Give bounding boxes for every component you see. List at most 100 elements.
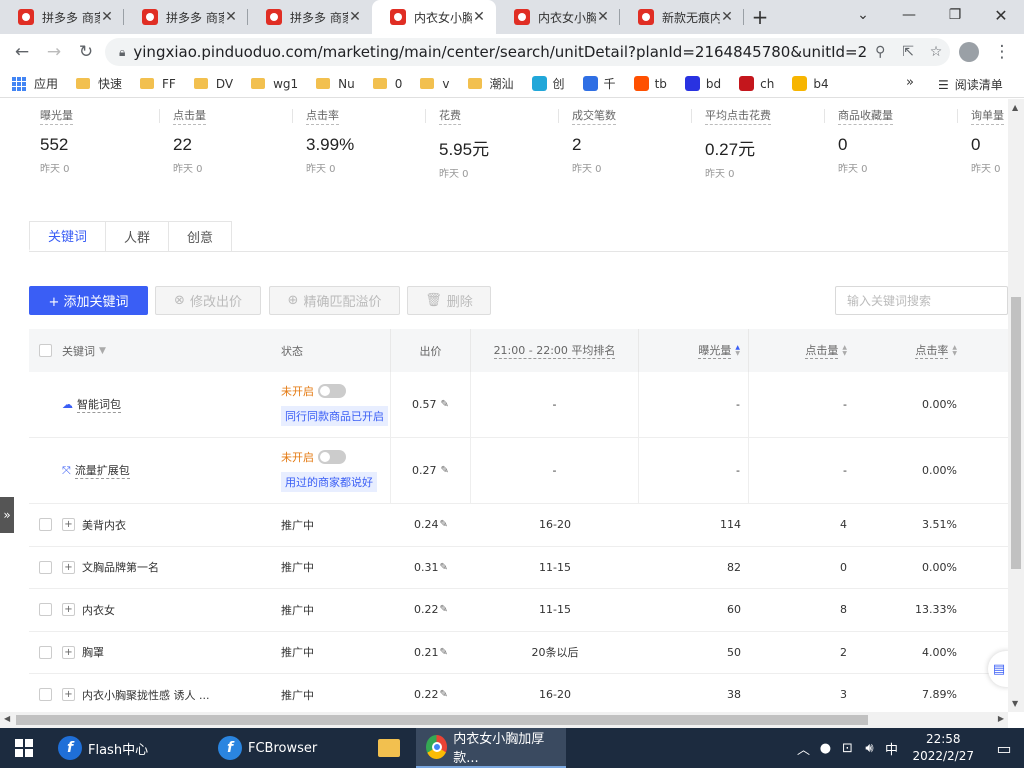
header-ctr[interactable]: 点击率 [915, 342, 949, 359]
scroll-thumb[interactable] [1011, 297, 1021, 569]
qq-icon[interactable]: ● [814, 741, 836, 756]
row-checkbox[interactable] [39, 688, 52, 702]
maximize-button[interactable]: ❐ [932, 0, 978, 30]
taskbar-item[interactable]: f Flash中心 [48, 728, 208, 768]
bookmark-item[interactable]: 千 [582, 75, 616, 92]
edit-icon[interactable]: ✎ [440, 689, 448, 700]
bookmark-item[interactable]: 0 [372, 77, 402, 91]
edit-icon[interactable]: ✎ [440, 519, 448, 530]
bookmark-item[interactable]: wg1 [251, 77, 298, 91]
bookmark-star-icon[interactable]: ☆ [922, 44, 950, 60]
close-tab-icon[interactable]: ✕ [348, 9, 362, 25]
filter-icon[interactable]: ▼ [99, 346, 106, 356]
close-tab-icon[interactable]: ✕ [596, 9, 610, 25]
browser-tab[interactable]: 内衣女小胸 ✕ [372, 0, 496, 34]
forward-icon[interactable]: → [38, 36, 70, 68]
volume-icon[interactable]: 🔊︎ [858, 741, 880, 756]
close-window-button[interactable]: ✕ [978, 0, 1024, 30]
close-tab-icon[interactable]: ✕ [224, 9, 238, 25]
scroll-up-icon[interactable]: ▲ [1012, 103, 1018, 112]
bookmark-item[interactable]: 潮汕 [467, 75, 514, 92]
keyword-search-input[interactable]: 输入关键词搜索 [835, 286, 1008, 315]
expand-plus-icon[interactable]: + [62, 603, 75, 617]
row-checkbox[interactable] [39, 603, 52, 617]
zoom-icon[interactable]: ⚲ [866, 44, 894, 60]
horizontal-scrollbar[interactable]: ◀ ▶ [0, 712, 1008, 728]
vertical-scrollbar[interactable]: ▲ ▼ [1008, 99, 1024, 712]
close-tab-icon[interactable]: ✕ [472, 9, 486, 25]
keyword-package-name[interactable]: 智能词包 [77, 396, 121, 413]
new-tab-button[interactable]: + [744, 0, 776, 34]
header-impressions[interactable]: 曝光量 [698, 342, 732, 359]
chevron-up-icon[interactable]: ︿ [792, 739, 814, 758]
sidebar-expand-icon[interactable]: » [0, 497, 14, 533]
url-text[interactable]: yingxiao.pinduoduo.com/marketing/main/ce… [133, 43, 866, 61]
bookmark-item[interactable]: ch [739, 76, 774, 91]
back-icon[interactable]: ← [6, 36, 38, 68]
expand-plus-icon[interactable]: + [62, 560, 75, 574]
close-tab-icon[interactable]: ✕ [100, 9, 114, 25]
browser-tab[interactable]: 新款无痕内 ✕ [620, 0, 744, 34]
tab-keywords[interactable]: 关键词 [29, 221, 107, 251]
bookmark-item[interactable]: 应用 [12, 75, 58, 92]
edit-icon[interactable]: ✎ [441, 399, 449, 410]
enable-toggle[interactable] [318, 450, 346, 464]
tab-search-icon[interactable]: ⌄ [840, 0, 886, 30]
reading-list-button[interactable]: ☰ 阅读清单 [938, 76, 1003, 93]
omnibox[interactable]: 🔒︎ yingxiao.pinduoduo.com/marketing/main… [105, 38, 950, 66]
clock[interactable]: 22:58 2022/2/27 [912, 731, 974, 765]
select-all-checkbox[interactable] [39, 344, 52, 357]
tab-creative[interactable]: 创意 [168, 221, 233, 251]
browser-tab[interactable]: 拼多多 商家 ✕ [248, 0, 372, 34]
close-tab-icon[interactable]: ✕ [720, 9, 734, 25]
expand-plus-icon[interactable]: + [62, 518, 75, 532]
delete-button[interactable]: 🗑︎ 删除 [407, 286, 491, 315]
bookmark-item[interactable]: b4 [792, 76, 829, 91]
bookmark-item[interactable]: bd [684, 76, 721, 91]
edit-icon[interactable]: ✎ [440, 647, 448, 658]
modify-bid-button[interactable]: ⊗ 修改出价 [155, 286, 261, 315]
tab-audience[interactable]: 人群 [105, 221, 170, 251]
add-keyword-button[interactable]: + 添加关键词 [29, 286, 148, 315]
sort-icon[interactable]: ▲ ▼ [952, 344, 957, 357]
taskbar-item[interactable]: 内衣女小胸加厚款... [416, 728, 566, 768]
header-clicks[interactable]: 点击量 [805, 342, 839, 359]
start-button[interactable] [0, 728, 48, 768]
bookmark-item[interactable]: FF [140, 77, 176, 91]
scroll-left-icon[interactable]: ◀ [4, 714, 10, 723]
browser-tab[interactable]: 内衣女小胸 ✕ [496, 0, 620, 34]
row-checkbox[interactable] [39, 645, 52, 659]
scroll-thumb[interactable] [16, 715, 868, 725]
browser-tab[interactable]: 拼多多 商家 ✕ [0, 0, 124, 34]
profile-avatar-icon[interactable] [953, 36, 985, 68]
taskbar-item[interactable]: f FCBrowser [208, 728, 368, 768]
scroll-right-icon[interactable]: ▶ [998, 714, 1004, 723]
enable-toggle[interactable] [318, 384, 346, 398]
sort-icon[interactable]: ▲ ▼ [735, 344, 740, 357]
keyword-package-name[interactable]: 流量扩展包 [74, 462, 130, 479]
menu-kebab-icon[interactable]: ⋮ [986, 36, 1018, 68]
scroll-down-icon[interactable]: ▼ [1012, 699, 1018, 708]
bookmark-item[interactable]: tb [633, 76, 667, 91]
bookmark-item[interactable]: Nu [316, 77, 355, 91]
reload-icon[interactable]: ↻ [70, 36, 102, 68]
expand-plus-icon[interactable]: + [62, 688, 75, 702]
edit-icon[interactable]: ✎ [440, 604, 448, 615]
browser-tab[interactable]: 拼多多 商家 ✕ [124, 0, 248, 34]
row-checkbox[interactable] [39, 518, 52, 532]
expand-plus-icon[interactable]: + [62, 645, 75, 659]
bookmark-item[interactable]: 创 [531, 75, 565, 92]
minimize-button[interactable]: — [886, 0, 932, 30]
exact-match-premium-button[interactable]: ⊕ 精确匹配溢价 [269, 286, 400, 315]
sort-icon[interactable]: ▲ ▼ [842, 344, 847, 357]
ime-indicator[interactable]: 中 [880, 739, 902, 758]
notification-icon[interactable]: ▭ [984, 739, 1024, 758]
row-checkbox[interactable] [39, 560, 52, 574]
bookmark-item[interactable]: 快速 [76, 75, 122, 92]
bookmarks-more-icon[interactable]: » [906, 75, 914, 90]
bookmark-item[interactable]: v [420, 77, 450, 91]
bookmark-item[interactable]: DV [193, 77, 233, 91]
edit-icon[interactable]: ✎ [440, 562, 448, 573]
network-icon[interactable]: ⊡ [836, 741, 858, 756]
taskbar-item[interactable] [368, 728, 416, 768]
